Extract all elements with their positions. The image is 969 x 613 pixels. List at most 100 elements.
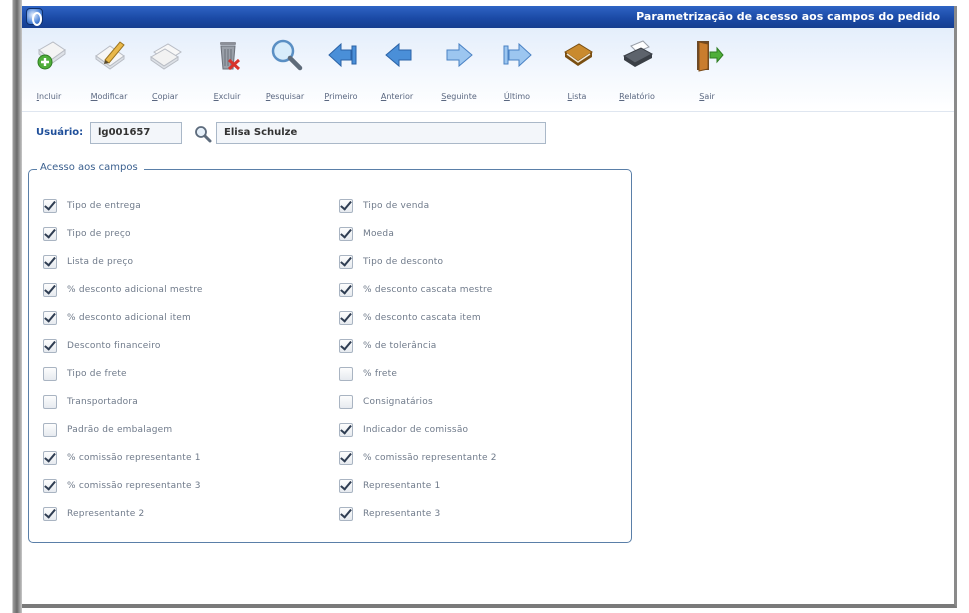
checkbox-label: % desconto cascata mestre xyxy=(363,285,493,295)
checkbox-label: Tipo de entrega xyxy=(67,201,141,211)
exit-button[interactable]: Sair xyxy=(682,34,732,106)
checkbox-label: Indicador de comissão xyxy=(363,425,469,435)
checkbox-label: Consignatários xyxy=(363,397,433,407)
checkbox[interactable] xyxy=(43,506,57,521)
checkbox[interactable] xyxy=(43,367,57,381)
copy-label: Copiar xyxy=(152,92,178,101)
checkmark-icon xyxy=(340,338,352,351)
checkbox-label: Tipo de desconto xyxy=(363,257,444,267)
checkbox[interactable] xyxy=(339,478,353,493)
checkbox-label: % comissão representante 2 xyxy=(363,453,497,463)
checkbox[interactable] xyxy=(339,422,353,437)
checkmark-icon xyxy=(44,478,56,491)
next-arrow-icon xyxy=(446,42,473,68)
book-list-icon xyxy=(564,43,593,66)
checkbox[interactable] xyxy=(339,254,353,269)
checkbox[interactable] xyxy=(43,282,57,297)
checkbox[interactable] xyxy=(43,478,57,493)
trash-delete-icon xyxy=(220,42,241,71)
checkbox-label: Representante 1 xyxy=(363,481,441,491)
checkbox-label: Tipo de frete xyxy=(67,369,127,379)
checkbox[interactable] xyxy=(339,367,353,381)
toolbar: Incluir Modificar Copiar Excluir Pesquis… xyxy=(22,28,954,112)
checkbox-label: Transportadora xyxy=(67,397,138,407)
delete-label: Excluir xyxy=(213,92,241,101)
checkbox[interactable] xyxy=(339,338,353,353)
checkmark-icon xyxy=(340,254,352,267)
checkmark-icon xyxy=(340,282,352,295)
checkmark-icon xyxy=(44,450,56,463)
checkbox-label: % desconto adicional mestre xyxy=(67,285,203,295)
checkmark-icon xyxy=(44,198,56,211)
user-name-field: Elisa Schulze xyxy=(216,122,546,144)
search-button[interactable]: Pesquisar xyxy=(260,34,310,106)
checkmark-icon xyxy=(340,310,352,323)
checkbox[interactable] xyxy=(43,310,57,325)
checkbox[interactable] xyxy=(43,395,57,409)
checkmark-icon xyxy=(44,226,56,239)
checkbox[interactable] xyxy=(339,395,353,409)
checkbox[interactable] xyxy=(339,450,353,465)
checkmark-icon xyxy=(44,338,56,351)
checkmark-icon xyxy=(340,506,352,519)
next-button[interactable]: Seguinte xyxy=(434,34,484,106)
checkmark-icon xyxy=(44,282,56,295)
checkbox[interactable] xyxy=(43,254,57,269)
checkbox-label: % desconto adicional item xyxy=(67,313,192,323)
user-label: Usuário: xyxy=(36,127,84,138)
checkbox-label: % frete xyxy=(363,369,398,379)
title-bar: Parametrização de acesso aos campos do p… xyxy=(22,6,954,28)
checkbox[interactable] xyxy=(339,282,353,297)
app-window: Parametrização de acesso aos campos do p… xyxy=(22,6,957,608)
checkbox-label: Tipo de venda xyxy=(363,201,430,211)
window-title: Parametrização de acesso aos campos do p… xyxy=(636,10,940,23)
copy-button[interactable]: Copiar xyxy=(140,34,190,106)
app-icon[interactable] xyxy=(26,8,43,26)
checkbox-label: % de tolerância xyxy=(363,341,437,351)
checkbox-label: Tipo de preço xyxy=(67,229,131,239)
checkbox-label: % comissão representante 3 xyxy=(67,481,201,491)
copy-documents-icon xyxy=(150,43,182,70)
checkmark-icon xyxy=(340,198,352,211)
previous-button[interactable]: Anterior xyxy=(372,34,422,106)
checkbox-label: Moeda xyxy=(363,229,395,239)
checkbox-label: Desconto financeiro xyxy=(67,341,161,351)
checkmark-icon xyxy=(340,226,352,239)
last-button[interactable]: Último xyxy=(492,34,542,106)
fields-access-legend: Acesso aos campos xyxy=(37,162,144,173)
exit-door-icon xyxy=(697,41,724,72)
first-button[interactable]: Primeiro xyxy=(316,34,366,106)
checkmark-icon xyxy=(44,254,56,267)
previous-label: Anterior xyxy=(380,92,414,101)
printer-report-icon xyxy=(622,40,654,67)
first-record-icon xyxy=(328,42,357,68)
exit-label: Sair xyxy=(699,92,715,101)
checkbox[interactable] xyxy=(339,226,353,241)
list-button[interactable]: Lista xyxy=(552,34,602,106)
checkmark-icon xyxy=(340,478,352,491)
delete-button[interactable]: Excluir xyxy=(202,34,252,106)
report-button[interactable]: Relatório xyxy=(612,34,662,106)
last-record-icon xyxy=(503,42,532,68)
checkbox[interactable] xyxy=(43,450,57,465)
checkbox[interactable] xyxy=(339,198,353,213)
search-icon[interactable] xyxy=(193,124,213,144)
checkbox-label: % comissão representante 1 xyxy=(67,453,201,463)
user-code-field[interactable]: lg001657 xyxy=(90,122,182,144)
checkbox[interactable] xyxy=(43,423,57,437)
checkbox[interactable] xyxy=(339,506,353,521)
modify-button[interactable]: Modificar xyxy=(84,34,134,106)
checkbox[interactable] xyxy=(339,310,353,325)
edit-pencil-icon xyxy=(95,41,125,70)
checkbox-label: Lista de preço xyxy=(67,257,134,267)
checkbox[interactable] xyxy=(43,226,57,241)
checkbox[interactable] xyxy=(43,338,57,353)
include-label: Incluir xyxy=(36,92,62,101)
checkmark-icon xyxy=(340,422,352,435)
next-label: Seguinte xyxy=(441,92,477,101)
fields-access-group: Acesso aos campos Tipo de entrega Tipo de… xyxy=(28,162,632,543)
checkbox[interactable] xyxy=(43,198,57,213)
last-label: Último xyxy=(503,92,531,101)
add-document-icon xyxy=(37,41,66,70)
include-button[interactable]: Incluir xyxy=(24,34,74,106)
